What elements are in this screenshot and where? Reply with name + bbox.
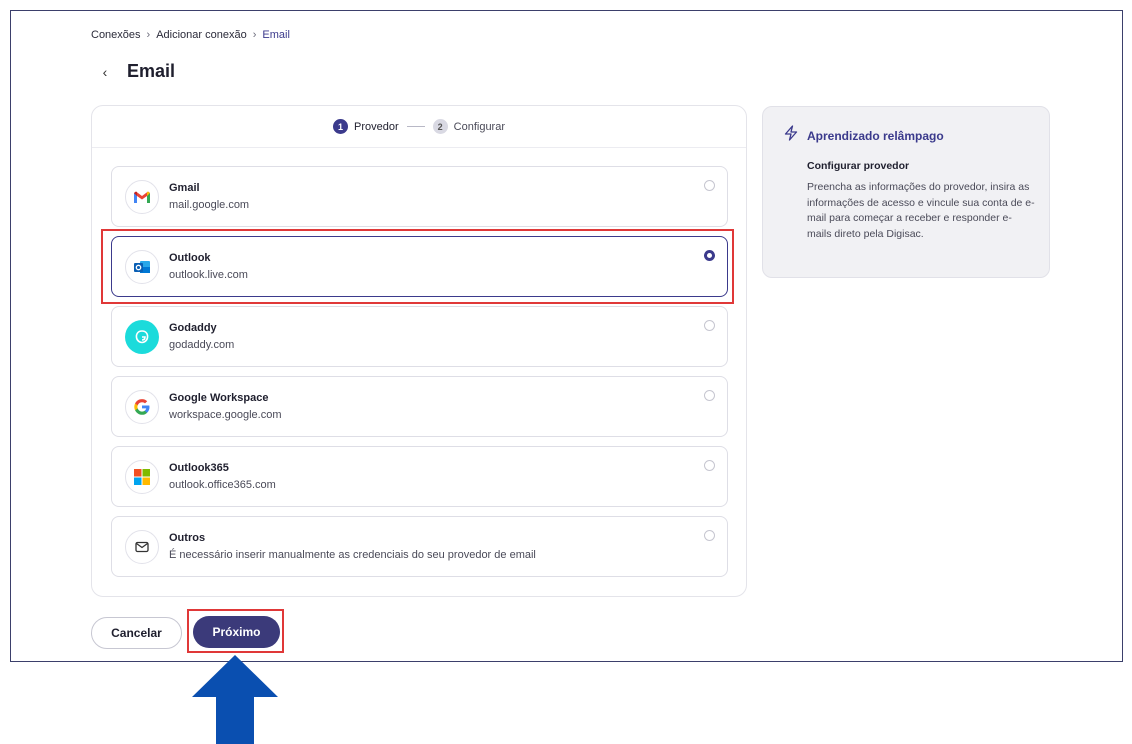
provider-list: Gmail mail.google.com Outlook outlook.li… <box>111 166 728 586</box>
provider-domain: workspace.google.com <box>169 409 282 421</box>
provider-radio[interactable] <box>704 320 715 331</box>
breadcrumb-separator: › <box>252 29 257 41</box>
flash-learning-panel: Aprendizado relâmpago Configurar provedo… <box>762 106 1050 278</box>
next-button[interactable]: Próximo <box>193 616 280 648</box>
outlook-icon <box>125 249 159 284</box>
provider-option-gmail[interactable]: Gmail mail.google.com <box>111 166 728 227</box>
provider-domain: outlook.live.com <box>169 269 248 281</box>
provider-radio[interactable] <box>704 390 715 401</box>
breadcrumb-item-connections[interactable]: Conexões <box>91 29 141 41</box>
breadcrumb: Conexões › Adicionar conexão › Email <box>91 29 290 41</box>
back-chevron-icon[interactable]: ‹ <box>99 64 111 80</box>
cancel-button[interactable]: Cancelar <box>91 617 182 649</box>
provider-name: Outlook365 <box>169 462 229 474</box>
provider-radio[interactable] <box>704 180 715 191</box>
stepper: 1 Provedor 2 Configurar <box>92 106 746 148</box>
page-title: Email <box>127 61 176 81</box>
provider-option-godaddy[interactable]: Godaddy godaddy.com <box>111 306 728 367</box>
provider-name: Google Workspace <box>169 392 269 404</box>
lightning-icon <box>783 125 799 146</box>
gmail-icon <box>125 179 159 214</box>
provider-name: Godaddy <box>169 322 217 334</box>
provider-name: Outlook <box>169 252 211 264</box>
step-connector <box>406 126 425 127</box>
provider-option-others[interactable]: Outros É necessário inserir manualmente … <box>111 516 728 577</box>
breadcrumb-item-current: Email <box>262 29 290 41</box>
provider-radio[interactable] <box>704 530 715 541</box>
provider-domain: outlook.office365.com <box>169 479 276 491</box>
step-number: 1 <box>333 119 348 134</box>
provider-domain: godaddy.com <box>169 339 235 351</box>
step-provider: 1 Provedor <box>333 119 399 134</box>
microsoft-icon <box>125 459 159 494</box>
title-row: ‹ Email <box>99 61 175 82</box>
provider-name: Gmail <box>169 182 200 194</box>
step-label: Configurar <box>453 120 505 133</box>
provider-radio-selected[interactable] <box>704 250 715 261</box>
step-label: Provedor <box>354 120 399 133</box>
provider-domain: mail.google.com <box>169 199 250 211</box>
step-configure: 2 Configurar <box>432 119 505 134</box>
google-icon <box>125 389 159 424</box>
breadcrumb-item-add-connection[interactable]: Adicionar conexão <box>156 29 247 41</box>
envelope-icon <box>125 529 159 564</box>
provider-radio[interactable] <box>704 460 715 471</box>
provider-option-google-workspace[interactable]: Google Workspace workspace.google.com <box>111 376 728 437</box>
panel-body: Preencha as informações do provedor, ins… <box>807 181 1035 240</box>
annotation-arrow-up-icon <box>192 655 278 744</box>
panel-subtitle: Configurar provedor <box>807 160 910 172</box>
provider-name: Outros <box>169 532 206 544</box>
step-number: 2 <box>432 119 448 134</box>
panel-title: Aprendizado relâmpago <box>807 128 944 143</box>
godaddy-icon <box>125 319 159 354</box>
provider-option-outlook365[interactable]: Outlook365 outlook.office365.com <box>111 446 728 507</box>
provider-domain: É necessário inserir manualmente as cred… <box>169 549 536 561</box>
app-window: Conexões › Adicionar conexão › Email ‹ E… <box>10 10 1123 662</box>
provider-card: 1 Provedor 2 Configurar Gmail mail.googl… <box>91 105 747 597</box>
breadcrumb-separator: › <box>146 29 151 41</box>
provider-option-outlook[interactable]: Outlook outlook.live.com <box>111 236 728 297</box>
